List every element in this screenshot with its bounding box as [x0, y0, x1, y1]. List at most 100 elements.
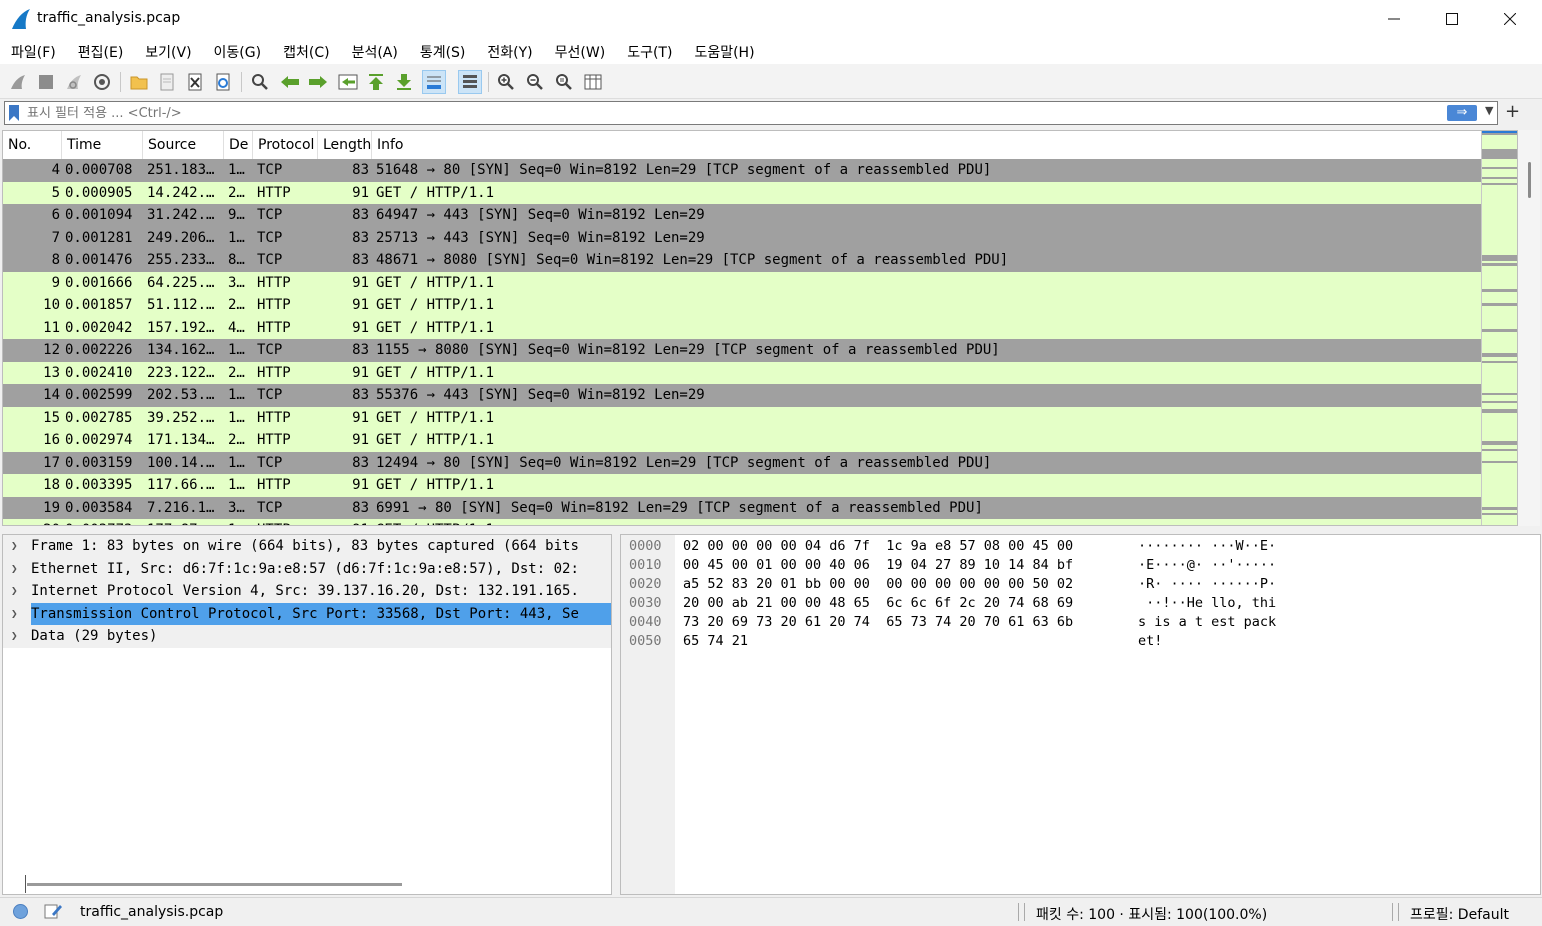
packet-row[interactable]: 19 0.003584 7.216.1… 3… TCP 83 6991 → 80 [SYN]…	[3, 496, 1481, 519]
minimap-marker	[1482, 167, 1517, 169]
filter-dropdown-icon[interactable]: ▼	[1485, 104, 1493, 117]
display-filter-input[interactable]	[27, 103, 1437, 123]
menu-view[interactable]: 보기(V)	[134, 38, 202, 64]
hex-offset[interactable]: 0050	[629, 632, 662, 651]
minimize-button[interactable]	[1365, 0, 1423, 38]
hex-offset[interactable]: 0020	[629, 575, 662, 594]
chevron-right-icon[interactable]: ❯	[11, 625, 23, 648]
capture-options-button[interactable]	[90, 70, 114, 94]
details-horizontal-scrollbar[interactable]	[27, 883, 402, 886]
hex-offset[interactable]: 0000	[629, 537, 662, 556]
packet-row[interactable]: 17 0.003159 100.14.… 1… TCP 83 12494 → 80 [SYN…	[3, 451, 1481, 474]
reload-file-button[interactable]	[211, 70, 235, 94]
go-back-button[interactable]	[278, 70, 302, 94]
column-header-no[interactable]: No.	[3, 131, 62, 159]
chevron-right-icon[interactable]: ❯	[11, 558, 23, 581]
packet-row[interactable]: 20 0.003773 177.87.… 1… HTTP 91 GET / HTTP/1.1	[3, 519, 1481, 525]
zoom-out-button[interactable]	[523, 70, 547, 94]
packet-list-scrollbar[interactable]	[1518, 130, 1540, 526]
hex-ascii[interactable]: s is a t est pack	[1138, 613, 1276, 632]
menu-file[interactable]: 파일(F)	[0, 38, 67, 64]
autoscroll-toggle[interactable]	[422, 70, 446, 94]
column-header-destination[interactable]: De	[224, 131, 253, 159]
column-header-protocol[interactable]: Protocol	[253, 131, 318, 159]
hex-bytes[interactable]: 02 00 00 00 00 04 d6 7f 1c 9a e8 57 08 0…	[683, 537, 1073, 556]
column-header-length[interactable]: Length	[318, 131, 372, 159]
packet-row[interactable]: 8 0.001476 255.233… 8… TCP 83 48671 → 8080 [SY…	[3, 249, 1481, 272]
menu-capture[interactable]: 캡처(C)	[272, 38, 340, 64]
menu-tools[interactable]: 도구(T)	[616, 38, 683, 64]
scrollbar-thumb[interactable]	[1528, 162, 1531, 198]
bookmark-icon[interactable]	[9, 105, 19, 121]
hex-bytes[interactable]: a5 52 83 20 01 bb 00 00 00 00 00 00 00 0…	[683, 575, 1073, 594]
find-packet-button[interactable]	[248, 70, 272, 94]
hex-ascii[interactable]: ········ ···W··E·	[1138, 537, 1276, 556]
zoom-reset-button[interactable]	[552, 70, 576, 94]
packet-row[interactable]: 16 0.002974 171.134… 2… HTTP 91 GET / HTTP/1.1	[3, 429, 1481, 452]
hex-ascii[interactable]: ·R· ···· ······P·	[1138, 575, 1276, 594]
packet-row[interactable]: 12 0.002226 134.162… 1… TCP 83 1155 → 8080 [SY…	[3, 339, 1481, 362]
detail-tree-item[interactable]: ❯ Ethernet II, Src: d6:7f:1c:9a:e8:57 (d6…	[3, 557, 611, 581]
packet-minimap[interactable]	[1481, 131, 1517, 525]
hex-offset[interactable]: 0010	[629, 556, 662, 575]
menu-statistics[interactable]: 통계(S)	[409, 38, 477, 64]
menu-analyze[interactable]: 분석(A)	[341, 38, 409, 64]
status-profile[interactable]: 프로필: Default	[1410, 904, 1509, 924]
chevron-right-icon[interactable]: ❯	[11, 603, 23, 626]
hex-bytes[interactable]: 00 45 00 01 00 00 40 06 19 04 27 89 10 1…	[683, 556, 1073, 575]
go-forward-button[interactable]	[306, 70, 330, 94]
column-header-source[interactable]: Source	[143, 131, 224, 159]
packet-row[interactable]: 15 0.002785 39.252.… 1… HTTP 91 GET / HTTP/1.1	[3, 406, 1481, 429]
open-file-button[interactable]	[127, 70, 151, 94]
maximize-button[interactable]	[1423, 0, 1481, 38]
capture-comment-icon[interactable]	[43, 902, 63, 920]
menu-go[interactable]: 이동(G)	[203, 38, 273, 64]
menu-telephony[interactable]: 전화(Y)	[476, 38, 543, 64]
last-packet-button[interactable]	[392, 70, 416, 94]
add-filter-button[interactable]: +	[1505, 101, 1520, 122]
hex-bytes[interactable]: 20 00 ab 21 00 00 48 65 6c 6c 6f 2c 20 7…	[683, 594, 1073, 613]
menu-edit[interactable]: 편집(E)	[67, 38, 135, 64]
menu-help[interactable]: 도움말(H)	[683, 38, 765, 64]
apply-filter-button[interactable]: ⇒	[1447, 105, 1477, 121]
first-packet-button[interactable]	[364, 70, 388, 94]
chevron-right-icon[interactable]: ❯	[11, 535, 23, 558]
hex-ascii[interactable]: ··!··He llo, thi	[1138, 594, 1276, 613]
detail-tree-item[interactable]: ❯ Transmission Control Protocol, Src Port…	[3, 602, 611, 626]
hex-offset[interactable]: 0030	[629, 594, 662, 613]
start-capture-button[interactable]	[6, 70, 30, 94]
packet-row[interactable]: 10 0.001857 51.112.… 2… HTTP 91 GET / HTTP/1.1	[3, 294, 1481, 317]
zoom-out-icon	[527, 74, 543, 90]
hex-offset[interactable]: 0040	[629, 613, 662, 632]
go-to-packet-button[interactable]	[336, 70, 360, 94]
restart-capture-button[interactable]	[62, 70, 86, 94]
packet-row[interactable]: 9 0.001666 64.225.… 3… HTTP 91 GET / HTTP/1.1	[3, 271, 1481, 294]
zoom-in-button[interactable]	[494, 70, 518, 94]
packet-row[interactable]: 5 0.000905 14.242.… 2… HTTP 91 GET / HTTP/1.1	[3, 181, 1481, 204]
packet-row[interactable]: 4 0.000708 251.183… 1… TCP 83 51648 → 80 [SYN]…	[3, 159, 1481, 182]
detail-tree-item[interactable]: ❯ Frame 1: 83 bytes on wire (664 bits), 8…	[3, 535, 611, 558]
colorize-toggle[interactable]	[458, 70, 482, 94]
hex-bytes[interactable]: 73 20 69 73 20 61 20 74 65 73 74 20 70 6…	[683, 613, 1073, 632]
column-header-info[interactable]: Info	[372, 131, 1481, 159]
expert-info-icon[interactable]	[13, 904, 28, 919]
close-file-button[interactable]	[183, 70, 207, 94]
stop-capture-button[interactable]	[34, 70, 58, 94]
packet-row[interactable]: 11 0.002042 157.192… 4… HTTP 91 GET / HTTP/1.1	[3, 316, 1481, 339]
chevron-right-icon[interactable]: ❯	[11, 580, 23, 603]
resize-columns-button[interactable]	[581, 70, 605, 94]
close-button[interactable]	[1481, 0, 1539, 38]
menu-wireless[interactable]: 무선(W)	[544, 38, 617, 64]
hex-ascii[interactable]: ·E····@· ··'·····	[1138, 556, 1276, 575]
packet-row[interactable]: 18 0.003395 117.66.… 1… HTTP 91 GET / HTTP/1.1	[3, 474, 1481, 497]
save-file-button[interactable]	[155, 70, 179, 94]
packet-row[interactable]: 6 0.001094 31.242.… 9… TCP 83 64947 → 443 [SYN…	[3, 204, 1481, 227]
packet-row[interactable]: 13 0.002410 223.122… 2… HTTP 91 GET / HTTP/1.1	[3, 361, 1481, 384]
hex-ascii[interactable]: et!	[1138, 632, 1162, 651]
detail-tree-item[interactable]: ❯ Internet Protocol Version 4, Src: 39.13…	[3, 580, 611, 603]
packet-row[interactable]: 14 0.002599 202.53.… 1… TCP 83 55376 → 443 [SY…	[3, 384, 1481, 407]
packet-row[interactable]: 7 0.001281 249.206… 1… TCP 83 25713 → 443 [SYN…	[3, 226, 1481, 249]
column-header-time[interactable]: Time	[62, 131, 143, 159]
hex-bytes[interactable]: 65 74 21	[683, 632, 748, 651]
detail-tree-item[interactable]: ❯ Data (29 bytes)	[3, 625, 611, 648]
